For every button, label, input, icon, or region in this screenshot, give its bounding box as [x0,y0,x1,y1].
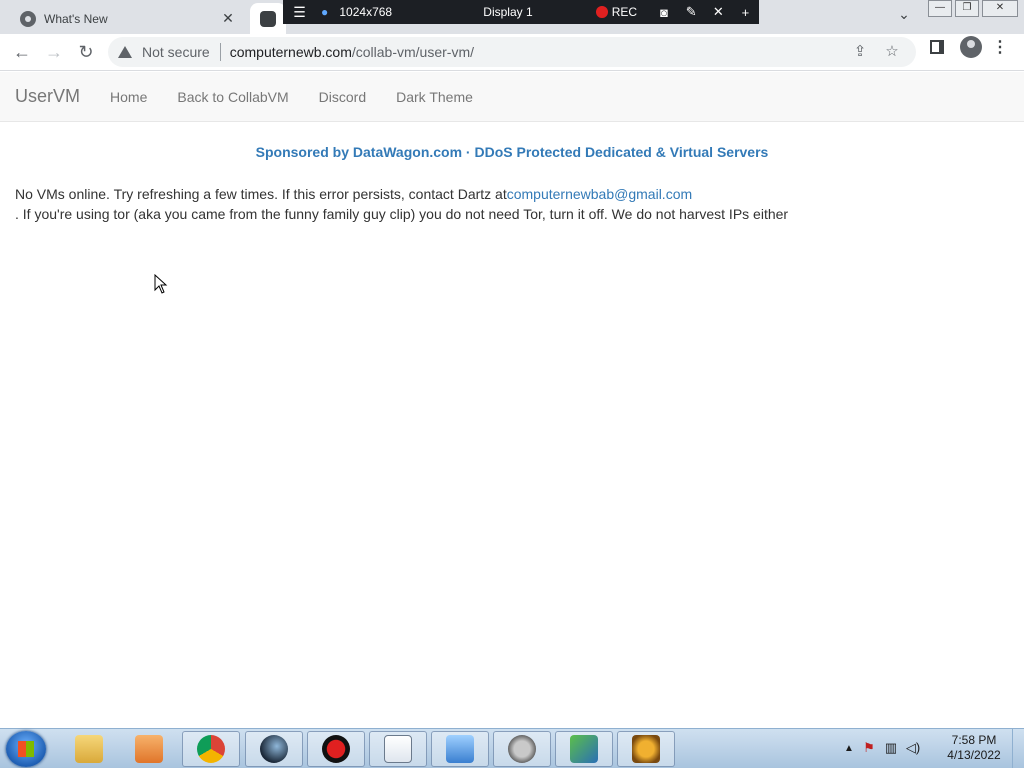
profile-avatar-icon[interactable] [960,36,982,58]
resolution-label: 1024x768 [339,5,393,19]
sponsor-link[interactable]: Sponsored by DataWagon.com · DDoS Protec… [0,144,1024,160]
film-reel-icon [508,735,536,763]
email-link[interactable]: computernewbab@gmail.com [507,186,692,202]
pencil-icon[interactable]: ✎ [678,4,705,20]
maximize-button[interactable]: ❐ [955,0,979,17]
control-panel-icon [446,735,474,763]
remote-toolbar: ☰ ● 1024x768 Display 1 REC ◙ ✎ ✕ + [283,0,759,24]
nav-home[interactable]: Home [95,89,162,105]
game-icon [632,735,660,763]
camera-icon[interactable]: ◙ [650,5,677,20]
address-bar[interactable]: Not secure computernewb.com /collab-vm/u… [108,37,916,67]
new-tab-plus-icon[interactable]: + [732,5,759,20]
browser-toolbar: ← → ↻ Not secure computernewb.com /colla… [0,34,1024,71]
browser-tab-active[interactable] [250,3,286,34]
taskbar-display-settings[interactable] [555,731,613,767]
system-tray: ▲ ⚑ ▥ ◁) [840,728,924,768]
divider [219,43,221,61]
show-desktop-button[interactable] [1012,728,1024,768]
taskbar-movie-maker[interactable] [493,731,551,767]
warning-icon[interactable] [118,46,132,58]
taskbar-control-panel[interactable] [431,731,489,767]
omnibox-actions: ⇪ ☆ [844,42,908,60]
taskbar-clock[interactable]: 7:58 PM 4/13/2022 [938,733,1010,763]
kebab-menu-icon[interactable]: ⋮ [990,37,1010,57]
browser-toolbar-right: ⋮ [924,36,1010,58]
taskbar-windows-explorer[interactable] [60,731,118,767]
side-panel-icon[interactable] [930,40,944,54]
message-text: No VMs online. Try refreshing a few time… [15,186,507,202]
back-arrow-icon[interactable]: ← [6,36,38,68]
record-app-icon [322,735,350,763]
show-hidden-icons-icon[interactable]: ▲ [840,743,858,754]
chrome-favicon-icon [20,10,36,27]
nav-discord[interactable]: Discord [304,89,381,105]
status-message: No VMs online. Try refreshing a few time… [15,184,1005,224]
clock-time: 7:58 PM [951,733,997,747]
taskbar-notepad[interactable] [369,731,427,767]
site-navbar: UserVM Home Back to CollabVM Discord Dar… [0,72,1024,122]
taskbar-steam[interactable] [245,731,303,767]
bookmark-star-icon[interactable]: ☆ [876,42,908,60]
minimize-button[interactable]: — [928,0,952,17]
rec-label[interactable]: REC [612,5,651,19]
taskbar-chrome[interactable] [182,731,240,767]
pin-icon[interactable]: ● [316,5,333,19]
tab-close-icon[interactable]: ✕ [220,10,236,27]
taskbar-media-player[interactable] [120,731,178,767]
reload-icon[interactable]: ↻ [70,36,102,68]
nav-back-to-collabvm[interactable]: Back to CollabVM [162,89,303,105]
close-icon[interactable]: ✕ [705,4,732,20]
url-path[interactable]: /collab-vm/user-vm/ [352,44,474,60]
tab-title: What's New [44,11,108,26]
taskbar-game[interactable] [617,731,675,767]
action-center-flag-icon[interactable]: ⚑ [858,740,880,756]
browser-tab-whats-new[interactable]: What's New ✕ [8,3,248,34]
folder-icon [75,735,103,763]
window-controls: — ❐ ✕ [928,0,1021,17]
security-status[interactable]: Not secure [142,44,210,60]
record-icon[interactable] [596,6,608,18]
site-brand[interactable]: UserVM [0,86,95,107]
tab-favicon-icon [260,10,276,27]
taskbar-recorder[interactable] [307,731,365,767]
menu-icon[interactable]: ☰ [283,4,316,21]
chrome-icon [197,735,225,763]
start-button[interactable] [6,731,46,767]
clock-date: 4/13/2022 [947,748,1001,762]
display-label[interactable]: Display 1 [450,5,566,19]
network-icon[interactable]: ▥ [880,740,902,756]
tab-search-chevron-icon[interactable]: ⌄ [893,6,915,23]
display-icon [570,735,598,763]
message-text-continued: . If you're using tor (aka you came from… [15,206,789,222]
mouse-cursor-icon [154,274,168,294]
nav-dark-theme[interactable]: Dark Theme [381,89,488,105]
media-player-icon [135,735,163,763]
forward-arrow-icon[interactable]: → [38,36,70,68]
notepad-icon [384,735,412,763]
window-close-button[interactable]: ✕ [982,0,1018,17]
share-icon[interactable]: ⇪ [844,42,876,60]
volume-icon[interactable]: ◁) [902,740,924,756]
steam-icon [260,735,288,763]
url-host[interactable]: computernewb.com [230,44,352,60]
